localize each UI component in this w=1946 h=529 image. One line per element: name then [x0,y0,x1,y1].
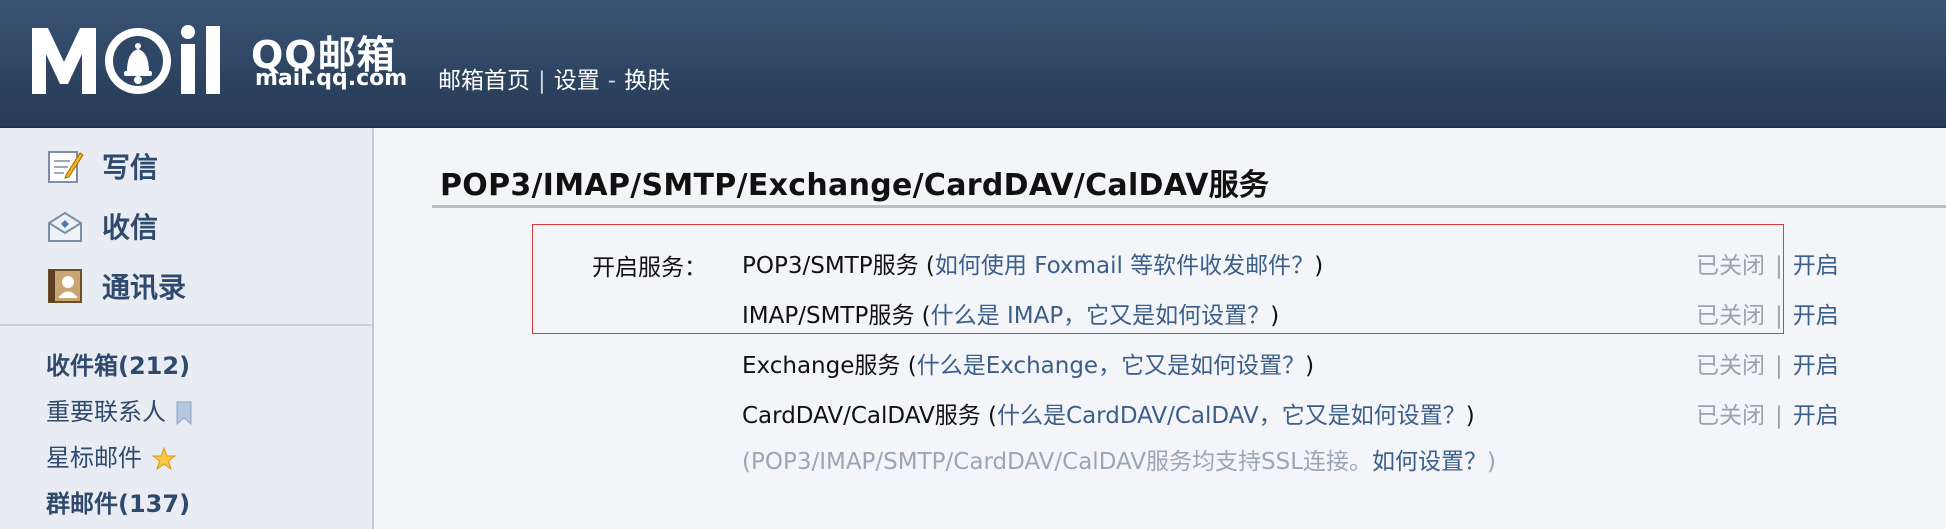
ssl-note-close: ) [1487,449,1496,475]
status-closed: 已关闭 [1696,253,1765,279]
paren-open: ( [900,353,917,379]
enable-carddav-button[interactable]: 开启 [1793,403,1839,429]
compose-label: 写信 [102,151,159,184]
paren-open: ( [980,403,998,429]
top-header: QQ邮箱 mail.qq.com 邮箱首页 | 设置 - 换肤 [0,0,1946,128]
bookmark-icon [176,401,192,425]
page-title: POP3/IMAP/SMTP/Exchange/CardDAV/CalDAV服务 [440,168,1270,203]
folder-important-contacts[interactable]: 重要联系人 [46,392,192,427]
help-link-exchange[interactable]: 什么是Exchange，它又是如何设置？ [917,353,1305,379]
service-status-exchange: 已关闭 | 开启 [1696,346,1839,380]
receive-mail-button[interactable]: 收信 [46,206,158,246]
service-name: CardDAV/CalDAV服务 [742,403,981,429]
help-link-imap[interactable]: 什么是 IMAP，它又是如何设置？ [931,303,1271,329]
nav-settings[interactable]: 设置 [554,68,600,94]
contacts-icon [48,269,82,303]
enable-pop3-button[interactable]: 开启 [1793,253,1839,279]
compose-button[interactable]: 写信 [46,146,158,186]
logo-domain-text: mail.qq.com [255,66,408,91]
service-row-imap: IMAP/SMTP服务 (什么是 IMAP，它又是如何设置？) [742,296,1279,330]
service-name: POP3/SMTP服务 [742,253,919,279]
moil-logo-wordmark [32,25,220,94]
ssl-help-link[interactable]: 如何设置？ [1372,449,1487,475]
service-row-exchange: Exchange服务 (什么是Exchange，它又是如何设置？) [742,346,1314,380]
receive-mail-label: 收信 [102,211,159,244]
status-separator: | [1775,253,1783,279]
status-separator: | [1775,353,1783,379]
contacts-label: 通讯录 [102,271,187,304]
service-name: IMAP/SMTP服务 [742,303,915,329]
folder-important-contacts-label: 重要联系人 [46,398,166,426]
nav-separator: - [607,68,617,94]
title-divider [432,205,1946,208]
help-link-foxmail[interactable]: 如何使用 Foxmail 等软件收发邮件？ [935,253,1314,279]
folder-starred-label: 星标邮件 [46,444,142,472]
compose-icon [48,151,84,183]
enable-exchange-button[interactable]: 开启 [1793,353,1839,379]
paren-close: ) [1305,353,1315,379]
service-label: 开启服务： [592,255,707,281]
status-separator: | [1775,303,1783,329]
status-closed: 已关闭 [1696,403,1765,429]
ssl-note-text: (POP3/IMAP/SMTP/CardDAV/CalDAV服务均支持SSL连接… [742,449,1373,475]
folder-starred[interactable]: 星标邮件 [46,438,176,473]
nav-change-skin[interactable]: 换肤 [624,68,670,94]
main-content: POP3/IMAP/SMTP/Exchange/CardDAV/CalDAV服务… [390,128,1946,529]
sidebar: 写信 收信 通讯录 收件箱(212) 重要联系人 星标邮件 群邮件(137) [0,128,374,529]
folder-group-mail[interactable]: 群邮件(137) [46,484,190,519]
enable-imap-button[interactable]: 开启 [1793,303,1839,329]
nav-separator: | [538,68,546,94]
service-name: Exchange服务 [742,353,901,379]
status-closed: 已关闭 [1696,303,1765,329]
inbox-envelope-icon [48,211,82,242]
paren-close: ) [1314,253,1324,279]
folder-inbox[interactable]: 收件箱(212) [46,346,190,381]
top-nav: 邮箱首页 | 设置 - 换肤 [438,61,670,95]
contacts-button[interactable]: 通讯录 [46,266,186,306]
status-separator: | [1775,403,1783,429]
help-link-carddav[interactable]: 什么是CardDAV/CalDAV，它又是如何设置？ [997,403,1466,429]
paren-close: ) [1465,403,1475,429]
status-closed: 已关闭 [1696,353,1765,379]
sidebar-divider [0,324,372,326]
star-icon [152,447,176,471]
service-status-carddav: 已关闭 | 开启 [1696,396,1839,430]
service-status-imap: 已关闭 | 开启 [1696,296,1839,330]
qq-mail-logo[interactable]: QQ邮箱 mail.qq.com [30,22,407,98]
ssl-note: (POP3/IMAP/SMTP/CardDAV/CalDAV服务均支持SSL连接… [742,442,1496,476]
paren-close: ) [1270,303,1280,329]
service-row-carddav: CardDAV/CalDAV服务 (什么是CardDAV/CalDAV，它又是如… [742,396,1475,430]
service-row-pop3: POP3/SMTP服务 (如何使用 Foxmail 等软件收发邮件？) [742,246,1323,280]
paren-open: ( [918,253,935,279]
paren-open: ( [914,303,931,329]
nav-mail-home[interactable]: 邮箱首页 [438,68,530,94]
service-status-pop3: 已关闭 | 开启 [1696,246,1839,280]
